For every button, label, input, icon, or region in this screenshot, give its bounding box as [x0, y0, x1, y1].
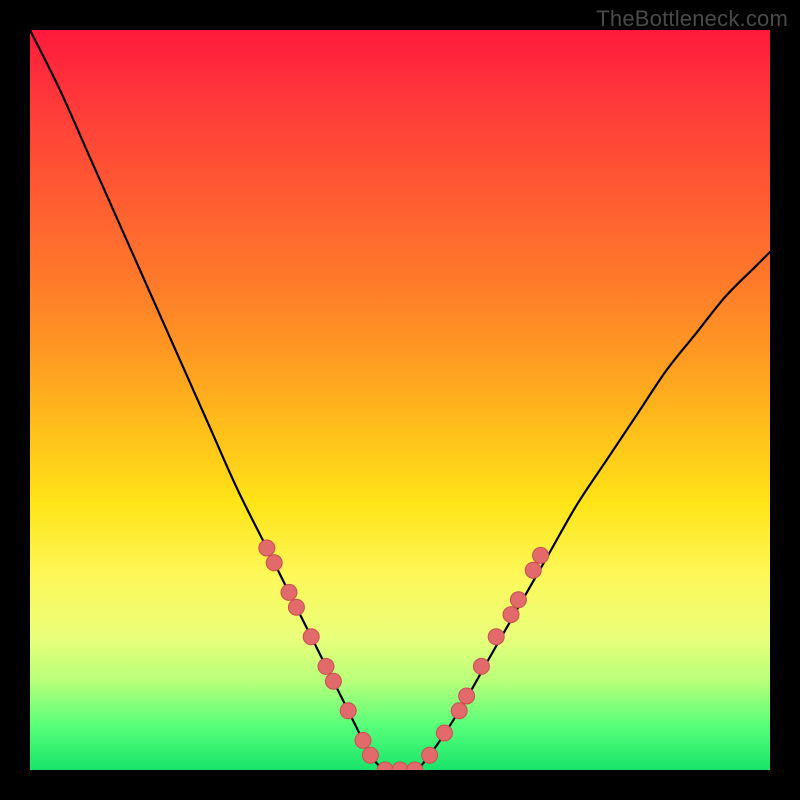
bottleneck-curve [30, 30, 770, 770]
data-marker [473, 658, 489, 674]
data-marker [525, 562, 541, 578]
marker-layer [259, 540, 549, 770]
data-marker [288, 599, 304, 615]
data-marker [533, 547, 549, 563]
curve-layer [30, 30, 770, 770]
data-marker [392, 762, 408, 770]
data-marker [303, 629, 319, 645]
chart-frame: TheBottleneck.com [0, 0, 800, 800]
data-marker [259, 540, 275, 556]
data-marker [503, 607, 519, 623]
data-marker [451, 703, 467, 719]
data-marker [488, 629, 504, 645]
data-marker [355, 732, 371, 748]
data-marker [325, 673, 341, 689]
data-marker [459, 688, 475, 704]
data-marker [436, 725, 452, 741]
data-marker [407, 762, 423, 770]
data-marker [422, 747, 438, 763]
data-marker [510, 592, 526, 608]
data-marker [340, 703, 356, 719]
data-marker [362, 747, 378, 763]
data-marker [377, 762, 393, 770]
watermark-text: TheBottleneck.com [596, 6, 788, 32]
data-marker [281, 584, 297, 600]
data-marker [266, 555, 282, 571]
data-marker [318, 658, 334, 674]
plot-area [30, 30, 770, 770]
